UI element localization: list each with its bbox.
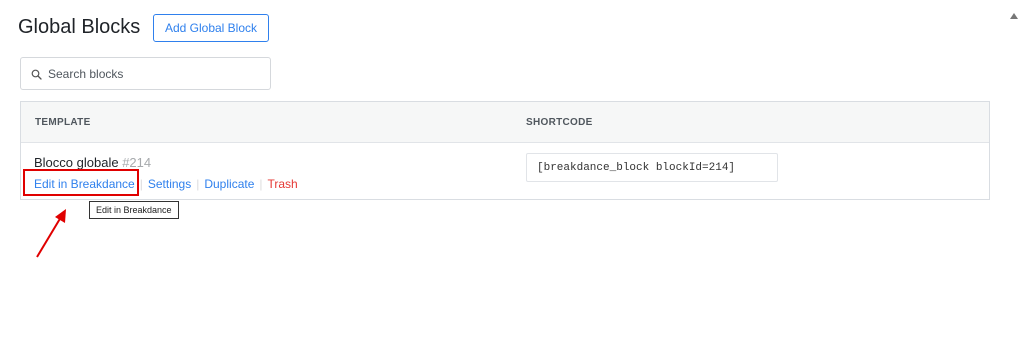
- block-name-link[interactable]: Blocco globale: [34, 155, 119, 170]
- page-title: Global Blocks: [18, 16, 141, 38]
- arrow-icon: [30, 205, 70, 266]
- search-input[interactable]: [48, 58, 263, 89]
- separator: |: [139, 177, 143, 191]
- separator: |: [196, 177, 200, 191]
- blocks-table: TEMPLATE SHORTCODE Blocco globale #214 E…: [20, 101, 990, 200]
- add-global-block-button[interactable]: Add Global Block: [153, 14, 269, 42]
- trash-link[interactable]: Trash: [268, 177, 298, 191]
- shortcode-field[interactable]: [breakdance_block blockId=214]: [526, 153, 778, 182]
- block-id: #214: [122, 155, 152, 170]
- settings-link[interactable]: Settings: [148, 177, 191, 191]
- column-header-template: TEMPLATE: [35, 117, 91, 128]
- block-title: Blocco globale #214: [34, 155, 151, 170]
- separator: |: [259, 177, 263, 191]
- scroll-up-icon[interactable]: [1010, 6, 1018, 24]
- column-header-shortcode: SHORTCODE: [526, 117, 593, 128]
- table-header: TEMPLATE SHORTCODE: [21, 102, 989, 143]
- annotation-highlight-box: [23, 169, 139, 196]
- duplicate-link[interactable]: Duplicate: [204, 177, 254, 191]
- tooltip: Edit in Breakdance: [89, 201, 179, 219]
- search-box[interactable]: [20, 57, 271, 90]
